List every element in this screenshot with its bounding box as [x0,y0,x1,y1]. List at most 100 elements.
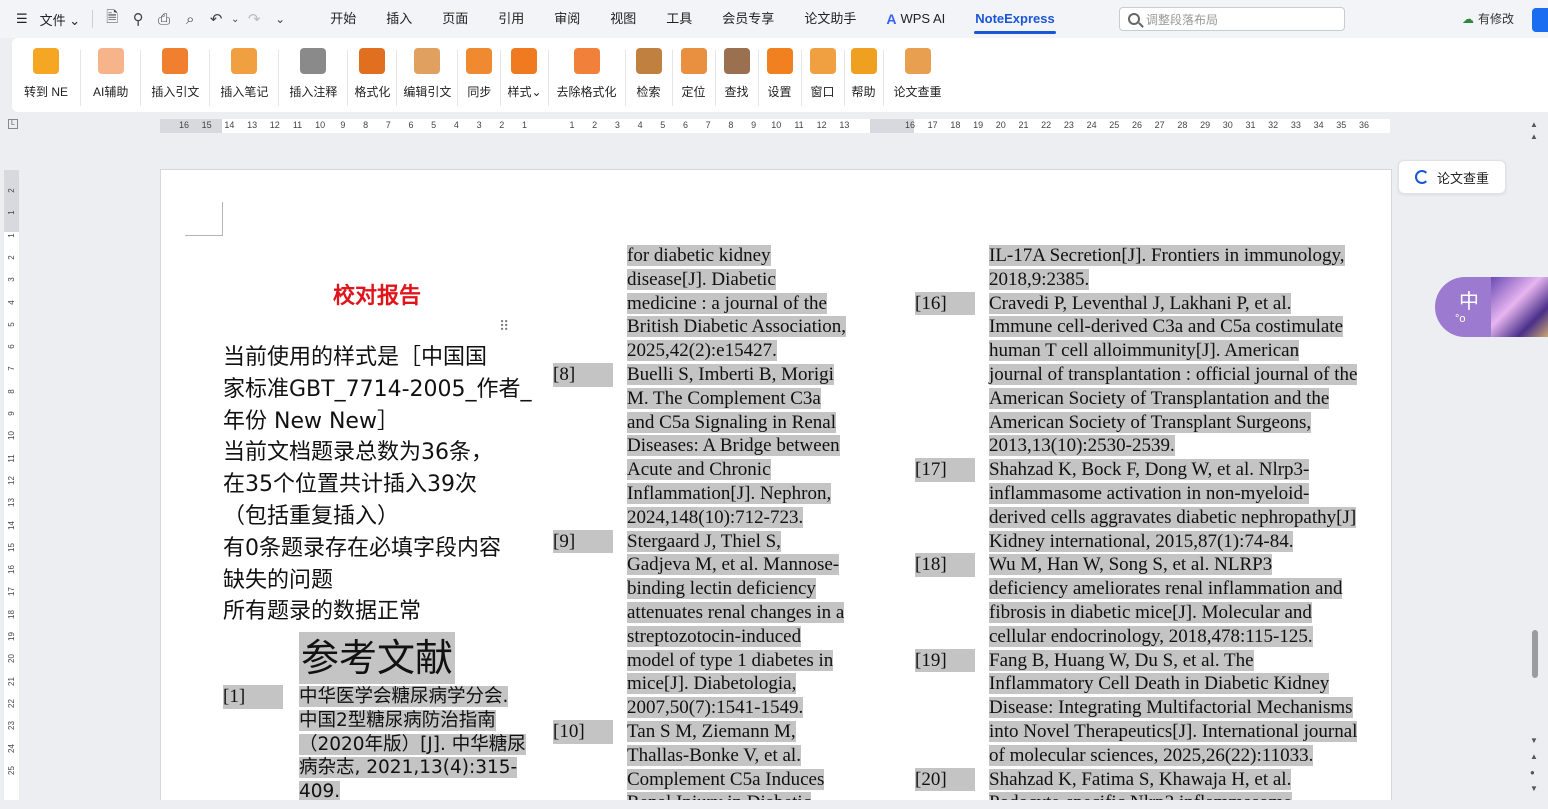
tab-3[interactable]: 引用 [483,0,539,38]
ribbon-find-button[interactable]: 查找 [716,48,758,100]
ruler-tick: 12 [7,475,16,485]
print-icon[interactable]: ⎙ [151,6,177,32]
gear-icon [766,48,793,74]
reference-line: human T cell alloimmunity[J]. American [989,339,1391,363]
drag-handle-icon[interactable]: ⠿ [499,319,509,336]
ruler-tick: 1 [521,120,527,130]
reference-line-text: 2018,9:2385. [989,268,1090,290]
ribbon-label: 检索 [636,85,661,99]
save-icon[interactable]: 🗎 [99,6,125,32]
reference-line: fibrosis in diabetic mice[J]. Molecular … [989,601,1391,625]
tab-noteexpress[interactable]: NoteExpress [960,0,1069,38]
reference-line: 2007,50(7):1541-1549. [627,696,871,720]
reference-line: 2013,13(10):2530-2539. [989,434,1391,458]
report-line: 当前文档题录总数为36条， [223,440,493,466]
ruler-tick: 13 [839,120,850,130]
tab-wps-ai[interactable]: A WPS AI [871,0,960,38]
scroll-up-icon-2[interactable]: ▲ [1530,132,1538,141]
reference-number: [20] [915,767,975,792]
search-input[interactable]: 调整段落布局 [1119,7,1345,31]
tab-8[interactable]: 论文助手 [789,0,871,38]
scroll-up-icon[interactable]: ▲ [1530,120,1538,129]
ribbon-note-button[interactable]: 插入注释 [279,48,347,100]
page-dot-icon[interactable]: ● [1530,768,1535,777]
reference-text: Tan S M, Ziemann M, Thallas-Bonke V, et a… [627,720,871,808]
ruler-tick: 20 [995,120,1006,130]
ruler-tick: 29 [1200,120,1211,130]
reference-line: IL-17A Secretion[J]. Frontiers in immuno… [989,244,1391,268]
ruler-tick: 33 [1290,120,1301,130]
ribbon-edit-citation-button[interactable]: 编辑引文 [397,48,457,100]
ruler-tick: 6 [408,120,414,130]
ribbon-label: 去除格式化 [556,85,617,99]
scroll-down-icon[interactable]: ▼ [1530,736,1538,745]
more-icon[interactable]: ⌄ [267,6,293,32]
ribbon-remove-format-button[interactable]: 去除格式化 [549,48,625,100]
next-page-icon[interactable]: ▼ [1530,784,1538,793]
modified-status[interactable]: ☁ 有修改 [1462,10,1514,27]
vertical-scrollbar[interactable]: ▲ ▲ ▼ ▲ ● ▼ [1528,118,1542,808]
ribbon-ne-logo-button[interactable]: 转到 NE [12,48,80,100]
reference-line: 2025,42(2):e15427. [627,339,871,363]
reference-text: IL-17A Secretion[J]. Frontiers in immuno… [989,244,1391,292]
reference-column-1: [1] 中华医学会糖尿病学分会. 中国2型糖尿病防治指南 （2020年版）[J]. 中… [223,685,543,808]
ribbon-locate-button[interactable]: 定位 [673,48,715,100]
horizontal-ruler[interactable]: 16 15 14 13 12 11 10 9 8 7 6 5 4 3 2 1 1 2 3 4 5 6 7 8 9 10 11 12 13… [160,119,1390,133]
ruler-tick: 1 [7,232,16,238]
reference-line: Fang B, Huang W, Du S, et al. The [989,649,1391,673]
ribbon-format-button[interactable]: 格式化 [348,48,396,100]
reference-line-text: IL-17A Secretion[J]. Frontiers in immuno… [989,245,1345,266]
reference-line: 2018,9:2385. [989,268,1391,292]
reference-line: journal of transplantation : official jo… [989,363,1391,387]
hamburger-icon[interactable]: ☰ [10,11,34,27]
ribbon-label: 设置 [767,85,792,99]
ribbon-help-button[interactable]: 帮助 [845,48,883,100]
ruler-tick: 8 [728,120,734,130]
reference-line-text: mice[J]. Diabetologia, [627,673,797,695]
print-preview-icon[interactable]: ⌕ [177,6,203,32]
reference-line: 2024,148(10):712-723. [627,506,871,530]
reference-line-text: deficiency ameliorates renal inflammatio… [989,578,1343,600]
ribbon-clipboard-button[interactable]: 论文查重 [884,48,952,100]
ime-mode-label: 中 [1459,289,1479,313]
tab-2[interactable]: 页面 [427,0,483,38]
link-icon[interactable]: ⚲ [125,6,151,32]
ribbon-insert-citation-button[interactable]: 插入引文 [141,48,209,100]
ribbon-window-button[interactable]: 窗口 [802,48,844,100]
reference-line: model of type 1 diabetes in [627,649,871,673]
prev-page-icon[interactable]: ▲ [1530,752,1538,761]
ribbon-robot-button[interactable]: AI辅助 [81,48,140,100]
redo-icon[interactable]: ↷ [241,6,267,32]
tab-1[interactable]: 插入 [371,0,427,38]
paper-check-button[interactable]: 论文查重 [1398,160,1506,194]
document-page[interactable]: 校对报告 ⠿ 当前使用的样式是［中国国 家标准GBT_7714-2005_作者_ 年… [160,169,1392,809]
reference-line-text: Gadjeva M, et al. Mannose- [627,554,840,576]
ruler-tick: 7 [7,366,16,372]
ruler-tick: 12 [269,120,280,130]
ribbon-sync-button[interactable]: 同步 [458,48,500,100]
ribbon-magnifier-button[interactable]: 检索 [626,48,672,100]
ruler-tick: 28 [1177,120,1188,130]
ribbon-style-button[interactable]: 样式⌄ [501,48,547,100]
ribbon-gear-button[interactable]: 设置 [759,48,801,100]
tab-4[interactable]: 审阅 [539,0,595,38]
tab-6[interactable]: 工具 [651,0,707,38]
undo-dropdown-icon[interactable]: ⌄ [229,6,241,32]
ribbon-label: 查找 [724,85,749,99]
divider [92,10,94,28]
undo-icon[interactable]: ↶ [203,6,229,32]
reference-line: Disease: Integrating Multifactorial Mech… [989,696,1391,720]
tab-stop-selector[interactable]: L [8,119,18,129]
tab-7[interactable]: 会员专享 [707,0,789,38]
margin-corner-mark [185,202,223,236]
scroll-thumb[interactable] [1532,630,1538,678]
reference-number: [18] [915,553,975,578]
file-menu[interactable]: 文件 ⌄ [34,10,87,29]
ribbon-pencil-button[interactable]: 插入笔记 [210,48,278,100]
ribbon-label: 插入注释 [289,85,338,99]
note-icon [300,48,327,74]
tab-5[interactable]: 视图 [595,0,651,38]
tab-0[interactable]: 开始 [315,0,371,38]
ruler-tick: 10 [7,431,16,441]
share-button[interactable] [1532,8,1548,32]
